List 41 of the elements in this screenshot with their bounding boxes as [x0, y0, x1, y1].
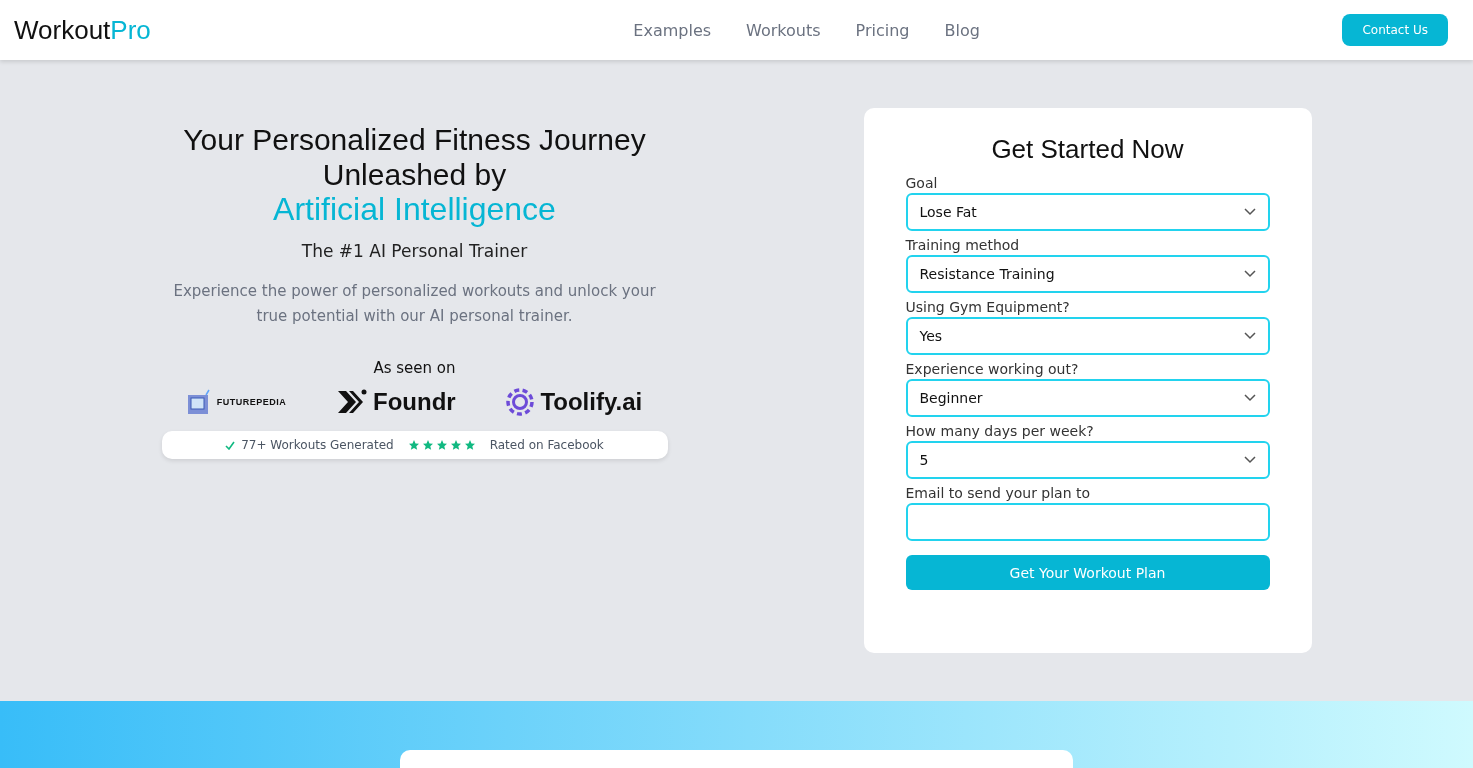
chevron-down-icon [1243, 332, 1256, 340]
workouts-count: 77+ Workouts Generated [241, 438, 394, 452]
field-label: Training method [905, 237, 1021, 253]
chevron-down-icon [1243, 394, 1256, 402]
select-field[interactable]: 5 [905, 441, 1270, 479]
nav-link[interactable]: Pricing [855, 20, 910, 40]
star-icon [435, 439, 448, 451]
logo-wordmark: Foundr [373, 388, 456, 416]
field-label: Goal [905, 175, 939, 191]
hero-subtitle: The #1 AI Personal Trainer [301, 241, 528, 261]
select-field[interactable]: Beginner [905, 379, 1270, 417]
star-icon [449, 439, 462, 451]
rating-text: Rated on Facebook [489, 438, 604, 452]
chevron-down-icon [1243, 270, 1256, 278]
form-title: Get Started Now [990, 134, 1185, 165]
nav-link[interactable]: Examples [633, 20, 712, 40]
nav-link[interactable]: Workouts [746, 20, 821, 40]
field-label: How many days per week? [905, 423, 1095, 439]
star-icon [421, 439, 434, 451]
brand-logo[interactable]: WorkoutPro [14, 14, 151, 46]
select-field[interactable]: Resistance Training [905, 255, 1270, 293]
field-label: Experience working out? [905, 361, 1080, 377]
hero-title: Your Personalized Fitness Journey Unleashed by Artificial Intelligence [182, 122, 647, 227]
star-icon [407, 439, 420, 451]
email-field[interactable] [905, 503, 1270, 541]
hero-description: Experience the power of personalized workouts and unlock your true potential with our AI personal trainer. [172, 281, 657, 327]
monitor-icon [186, 389, 211, 415]
chevron-down-icon [1243, 456, 1256, 464]
chevron-logo-icon [337, 389, 368, 415]
logo-wordmark: Toolify.ai [540, 388, 643, 416]
nav-link[interactable]: Blog [944, 20, 980, 40]
logo-wordmark: FUTUREPEDIA [216, 397, 287, 407]
select-field[interactable]: Yes [905, 317, 1270, 355]
field-label: Using Gym Equipment? [905, 299, 1071, 315]
ring-logo-icon [506, 388, 535, 416]
chevron-down-icon [1243, 208, 1256, 216]
select-field[interactable]: Lose Fat [905, 193, 1270, 231]
field-label: Email to send your plan to [905, 485, 1092, 501]
as-seen-on-label: As seen on [373, 359, 456, 377]
check-icon [225, 440, 236, 450]
star-icon [463, 439, 476, 451]
